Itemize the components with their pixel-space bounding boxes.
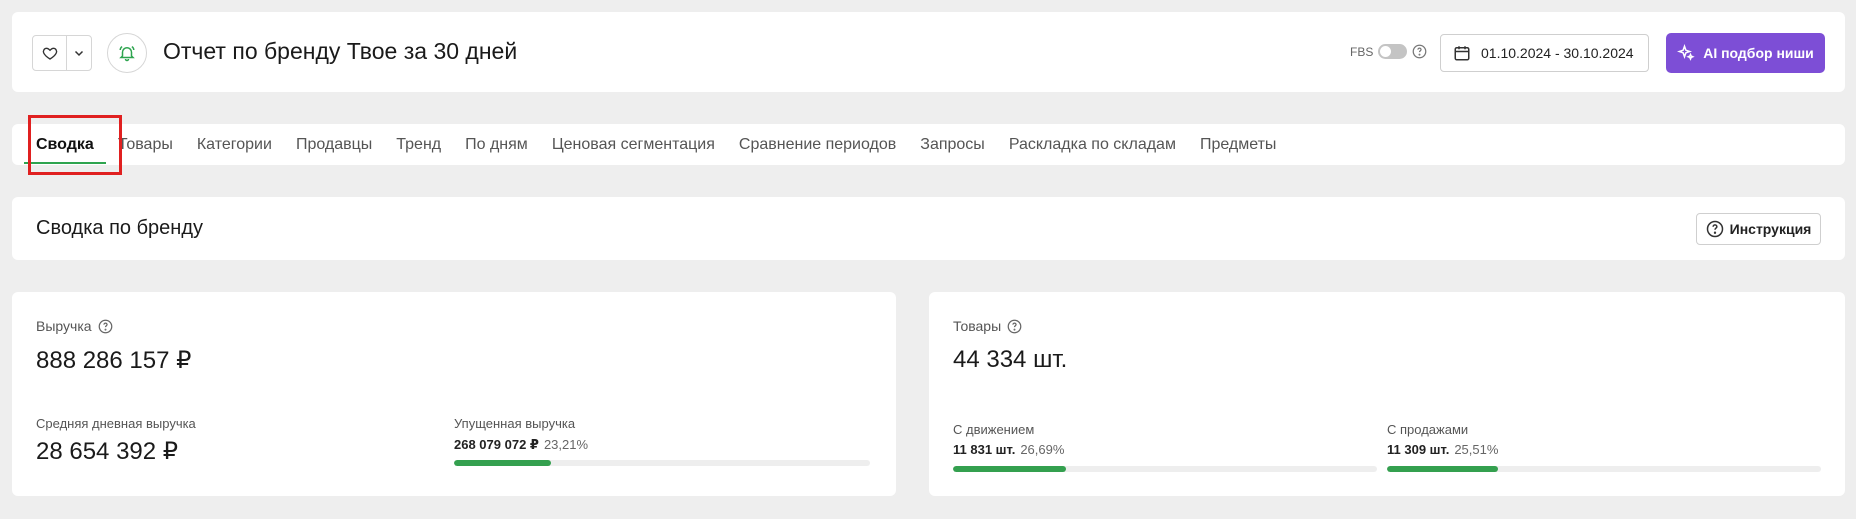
revenue-label: Выручка xyxy=(36,318,92,334)
instruction-label: Инструкция xyxy=(1729,221,1812,237)
revenue-value: 888 286 157 ₽ xyxy=(36,347,192,374)
goods-label-group: Товары xyxy=(953,318,1022,334)
movement-values: 11 831 шт. 26,69% xyxy=(953,442,1064,457)
date-range-value: 01.10.2024 - 30.10.2024 xyxy=(1481,45,1634,61)
lost-revenue-label: Упущенная выручка xyxy=(454,416,576,431)
help-icon[interactable] xyxy=(1412,44,1427,59)
goods-card: Товары 44 334 шт. С движением 11 831 шт.… xyxy=(929,292,1845,496)
date-range-picker[interactable]: 01.10.2024 - 30.10.2024 xyxy=(1440,34,1649,72)
sales-label: С продажами xyxy=(1387,422,1469,437)
movement-value: 11 831 шт. xyxy=(953,442,1016,457)
fbs-toggle-group: FBS xyxy=(1350,44,1427,59)
tab-sellers[interactable]: Продавцы xyxy=(296,124,372,165)
tab-period-comparison[interactable]: Сравнение периодов xyxy=(739,124,896,165)
help-icon xyxy=(1706,220,1723,238)
tab-list: Сводка Товары Категории Продавцы Тренд П… xyxy=(24,124,1276,165)
help-icon[interactable] xyxy=(98,319,113,334)
tabs-bar: Сводка Товары Категории Продавцы Тренд П… xyxy=(12,124,1845,165)
page-title: Отчет по бренду Твое за 30 дней xyxy=(163,38,518,64)
tab-by-days[interactable]: По дням xyxy=(465,124,528,165)
favorite-button[interactable] xyxy=(33,36,67,70)
heart-icon xyxy=(42,47,57,60)
goods-value: 44 334 шт. xyxy=(953,346,1068,373)
instruction-button[interactable]: Инструкция xyxy=(1696,213,1821,245)
chevron-down-icon xyxy=(74,50,84,57)
sales-value: 11 309 шт. xyxy=(1387,442,1450,457)
tab-subjects[interactable]: Предметы xyxy=(1200,124,1276,165)
avg-revenue-value: 28 654 392 ₽ xyxy=(36,438,179,465)
fbs-label: FBS xyxy=(1350,44,1374,59)
lost-revenue-bar-fill xyxy=(454,460,551,466)
favorite-button-group xyxy=(32,35,92,71)
tab-queries[interactable]: Запросы xyxy=(920,124,985,165)
active-tab-highlight xyxy=(28,115,122,175)
tab-categories[interactable]: Категории xyxy=(197,124,272,165)
lost-revenue-value: 268 079 072 ₽ xyxy=(454,437,539,452)
lost-revenue-bar xyxy=(454,460,870,466)
tab-warehouse-layout[interactable]: Раскладка по складам xyxy=(1009,124,1176,165)
section-header: Сводка по бренду Инструкция xyxy=(12,197,1845,260)
calendar-icon xyxy=(1454,46,1470,61)
movement-label: С движением xyxy=(953,422,1035,437)
bell-icon xyxy=(119,46,135,62)
tab-price-segmentation[interactable]: Ценовая сегментация xyxy=(552,124,715,165)
sales-bar-fill xyxy=(1387,466,1498,472)
tab-goods[interactable]: Товары xyxy=(118,124,173,165)
lost-revenue-percent: 23,21% xyxy=(543,437,589,452)
favorite-dropdown-button[interactable] xyxy=(67,36,91,70)
revenue-card: Выручка 888 286 157 ₽ Средняя дневная вы… xyxy=(12,292,896,496)
movement-bar-fill xyxy=(953,466,1067,472)
section-title: Сводка по бренду xyxy=(36,217,203,239)
sparkles-icon xyxy=(1677,44,1695,61)
ai-button-label: AI подбор ниши xyxy=(1703,45,1814,61)
sales-values: 11 309 шт. 25,51% xyxy=(1387,442,1498,457)
movement-percent: 26,69% xyxy=(1020,442,1065,457)
lost-revenue-values: 268 079 072 ₽ 23,21% xyxy=(454,437,588,453)
goods-label: Товары xyxy=(953,318,1002,334)
notification-button[interactable] xyxy=(107,33,147,73)
sales-percent: 25,51% xyxy=(1454,442,1499,457)
tab-trend[interactable]: Тренд xyxy=(396,124,441,165)
avg-revenue-label: Средняя дневная выручка xyxy=(36,416,196,431)
report-header: Отчет по бренду Твое за 30 дней FBS 01.1… xyxy=(12,12,1845,92)
revenue-label-group: Выручка xyxy=(36,318,113,334)
ai-niche-button[interactable]: AI подбор ниши xyxy=(1666,33,1825,73)
movement-bar xyxy=(953,466,1377,472)
fbs-toggle[interactable] xyxy=(1378,44,1408,59)
sales-bar xyxy=(1387,466,1821,472)
help-icon[interactable] xyxy=(1007,319,1022,334)
